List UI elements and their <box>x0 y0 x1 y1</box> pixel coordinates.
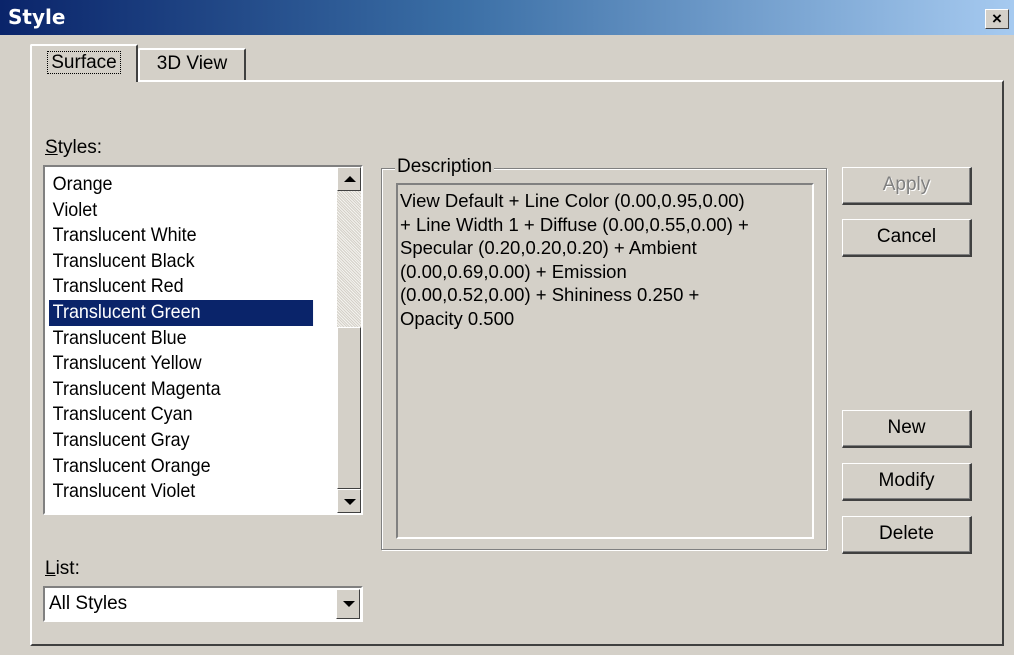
style-list-item[interactable]: Orange <box>49 172 313 198</box>
new-button[interactable]: New <box>842 410 972 448</box>
modify-button[interactable]: Modify <box>842 463 972 501</box>
delete-button[interactable]: Delete <box>842 516 972 554</box>
list-label: List: <box>45 558 80 579</box>
apply-button[interactable]: Apply <box>842 167 972 205</box>
chevron-down-icon <box>343 601 355 607</box>
list-dropdown[interactable]: All Styles <box>43 586 363 622</box>
style-list-item[interactable]: Translucent Cyan <box>49 402 313 428</box>
style-list-item[interactable]: Translucent Yellow <box>49 351 313 377</box>
styles-label: Styles: <box>45 137 103 158</box>
description-line: View Default + Line Color (0.00,0.95,0.0… <box>400 190 745 211</box>
arrow-down-icon <box>344 499 356 505</box>
style-list-item[interactable]: Translucent Green <box>49 299 314 326</box>
description-line: (0.00,0.52,0.00) + Shininess 0.250 + <box>400 284 700 305</box>
styles-list-items: Orange Violet Translucent White Translucent… <box>49 172 336 505</box>
style-list-item[interactable]: Translucent White <box>49 223 313 249</box>
description-legend: Description <box>395 156 495 178</box>
style-list-item[interactable]: Translucent Violet <box>49 479 313 505</box>
style-list-item[interactable]: Translucent Red <box>49 274 313 300</box>
scroll-down-button[interactable] <box>337 489 361 513</box>
style-list-item[interactable]: Translucent Orange <box>49 454 313 480</box>
tab-3d-view[interactable]: 3D View <box>138 48 246 80</box>
style-list-item[interactable]: Translucent Blue <box>49 326 313 352</box>
close-icon: × <box>992 9 1002 28</box>
close-button[interactable]: × <box>985 9 1009 29</box>
cancel-button[interactable]: Cancel <box>842 219 972 257</box>
style-list-item[interactable]: Violet <box>49 198 313 224</box>
dropdown-button[interactable] <box>336 589 360 619</box>
title-bar <box>0 0 1014 35</box>
arrow-up-icon <box>344 176 356 182</box>
style-list-item[interactable]: Translucent Gray <box>49 428 313 454</box>
styles-listbox[interactable]: Orange Violet Translucent White Translucent… <box>43 165 363 515</box>
description-line: Opacity 0.500 <box>400 307 515 329</box>
description-line: Specular (0.20,0.20,0.20) + Ambient <box>400 237 697 258</box>
scroll-thumb[interactable] <box>337 327 361 489</box>
description-text: View Default + Line Color (0.00,0.95,0.0… <box>396 183 814 539</box>
tab-3d-view-label: 3D View <box>156 53 228 74</box>
styles-scrollbar[interactable] <box>337 167 361 513</box>
description-line: (0.00,0.69,0.00) + Emission <box>400 260 627 282</box>
tab-surface-label: Surface <box>47 51 121 74</box>
style-list-item[interactable]: Translucent Magenta <box>49 377 313 403</box>
list-dropdown-value: All Styles <box>49 593 128 614</box>
description-line: + Line Width 1 + Diffuse (0.00,0.55,0.00… <box>400 213 749 235</box>
window-title: Style <box>8 5 66 29</box>
scroll-up-button[interactable] <box>337 167 361 191</box>
tab-surface[interactable]: Surface <box>30 44 138 82</box>
style-list-item[interactable]: Translucent Black <box>49 249 313 275</box>
